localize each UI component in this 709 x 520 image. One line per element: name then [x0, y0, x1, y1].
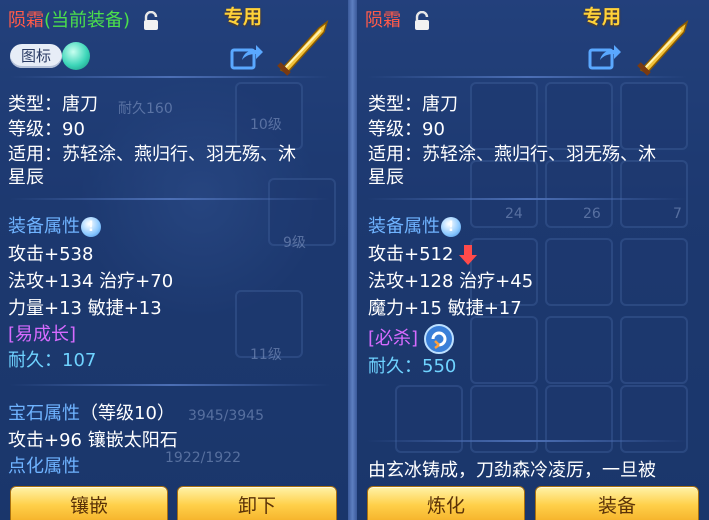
divider-line [367, 440, 687, 442]
bg-level-text: 11级 [250, 347, 282, 363]
item-description: 由玄冰铸成，刀劲森冷凌厉，一旦被 [368, 460, 656, 481]
durability: 耐久：550 [368, 352, 456, 378]
item-type: 类型：唐刀 [368, 94, 458, 115]
lock-icon[interactable] [142, 11, 160, 31]
divider-line [10, 76, 330, 78]
durability-label: 耐久： [8, 350, 62, 371]
item-name-text: 陨霜 [8, 10, 44, 31]
special-trait: [易成长] [8, 324, 77, 345]
crit-skill-icon[interactable] [423, 324, 454, 354]
share-icon[interactable] [588, 42, 622, 70]
equipped-tag: (当前装备) [44, 10, 131, 31]
weapon-icon [277, 20, 329, 76]
magic-heal-stat: 法攻+128 治疗+45 [368, 271, 534, 292]
equip-attr-title: 装备属性! [8, 212, 101, 238]
icon-toggle-label: 图标 [10, 44, 62, 68]
bg-count-text: 24 [505, 206, 523, 222]
icon-toggle[interactable]: 图标 [10, 42, 90, 70]
equipped-item-tooltip: 耐久160 10级 9级 11级 3945/3945 1922/1922 陨霜(… [0, 0, 348, 520]
smelt-button[interactable]: 炼化 [367, 486, 525, 520]
bg-mp-text: 1922/1922 [165, 450, 241, 466]
magic-heal-stat: 法攻+134 治疗+70 [8, 271, 174, 292]
gem-attr-title: 宝石属性（等级10） [8, 399, 175, 425]
exclusive-label: 专用 [583, 6, 622, 28]
unequip-button[interactable]: 卸下 [177, 486, 337, 520]
equip-attr-title-text: 装备属性 [8, 216, 80, 237]
bg-level-text: 10级 [250, 117, 282, 133]
panel-divider [348, 0, 357, 520]
equip-button[interactable]: 装备 [535, 486, 699, 520]
usable-classes-cont: 星辰 [368, 167, 404, 188]
usable-classes: 适用：苏轻涂、燕归行、羽无殇、沐 [368, 144, 656, 165]
durability: 耐久：107 [8, 346, 96, 372]
bg-count-text: 26 [583, 206, 601, 222]
divider-line [10, 198, 330, 200]
attack-stat-text: 攻击+512 [368, 244, 454, 265]
divider-line [10, 384, 330, 386]
usable-classes: 适用：苏轻涂、燕归行、羽无殇、沐 [8, 144, 296, 165]
lock-icon[interactable] [413, 11, 431, 31]
durability-label: 耐久： [368, 356, 422, 377]
durability-value: 107 [62, 350, 97, 371]
special-skill: [必杀] [368, 324, 454, 354]
gem-stat: 攻击+96 镶嵌太阳石 [8, 430, 178, 451]
bg-level-text: 9级 [283, 235, 306, 251]
bg-count-text: 7 [673, 206, 682, 222]
item-level: 等级：90 [8, 119, 85, 140]
compare-item-tooltip: 24 26 7 陨霜 专用 类型：唐刀 等级：90 适用：苏轻涂、燕归行、羽无殇… [357, 0, 709, 520]
str-agi-stat: 力量+13 敏捷+13 [8, 298, 162, 319]
gem-level: （等级10） [80, 403, 175, 424]
down-arrow-icon [459, 245, 478, 265]
exclusive-label: 专用 [224, 6, 263, 28]
divider-line [367, 76, 687, 78]
weapon-icon [637, 20, 689, 76]
item-name: 陨霜 [365, 6, 431, 32]
durability-value: 550 [422, 356, 457, 377]
equip-attr-title: 装备属性! [368, 212, 461, 238]
bg-hp-text: 3945/3945 [188, 408, 264, 424]
info-icon[interactable]: ! [441, 217, 461, 237]
item-level: 等级：90 [368, 119, 445, 140]
share-icon[interactable] [230, 42, 264, 70]
gem-attr-title-text: 宝石属性 [8, 403, 80, 424]
divider-line [367, 198, 687, 200]
inlay-button[interactable]: 镶嵌 [10, 486, 168, 520]
equip-attr-title-text: 装备属性 [368, 216, 440, 237]
toggle-knob [62, 42, 90, 70]
usable-classes-cont: 星辰 [8, 167, 44, 188]
item-type: 类型：唐刀 [8, 94, 98, 115]
item-name: 陨霜(当前装备) [8, 6, 160, 32]
int-agi-stat: 魔力+15 敏捷+17 [368, 298, 522, 319]
info-icon[interactable]: ! [81, 217, 101, 237]
attack-stat: 攻击+538 [8, 244, 94, 265]
special-skill-text: [必杀] [368, 328, 419, 349]
attack-stat: 攻击+512 [368, 240, 478, 266]
bg-durability-text: 耐久160 [118, 101, 173, 117]
refine-attr-title: 点化属性 [8, 456, 80, 477]
item-name-text: 陨霜 [365, 10, 401, 31]
